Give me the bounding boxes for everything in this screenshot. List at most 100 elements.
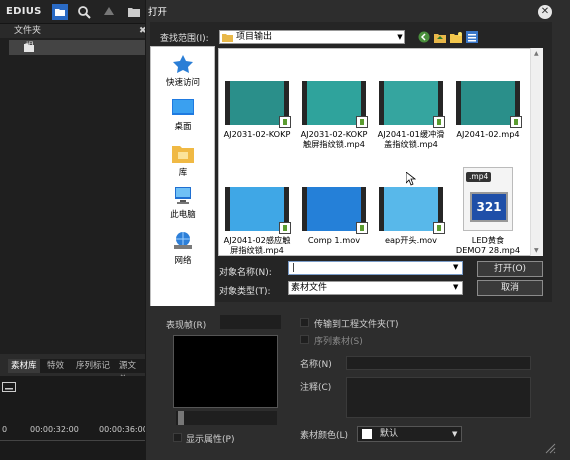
computer-icon [175,187,191,204]
place-network[interactable]: 网络 [152,231,214,266]
place-quick-access[interactable]: 快速访问 [152,55,214,88]
object-type-label: 对象类型(T): [219,287,271,297]
file-name: AJ2031-02-KOKP [300,129,368,139]
video-file-icon [433,222,445,234]
preview-frame-field[interactable] [220,315,281,329]
file-name: eap开头.mov [384,235,438,245]
place-this-pc[interactable]: 此电脑 [152,187,214,220]
view-menu-icon[interactable] [466,31,478,43]
cancel-button[interactable]: 取消 [477,280,543,296]
video-thumbnail [225,187,291,234]
place-label: 网络 [174,256,192,266]
file-name: AJ2041-01缓冲滑 [377,129,445,139]
file-item[interactable]: eap开头.mov [374,187,448,245]
file-item[interactable]: Comp 1.mov [297,187,371,245]
bin-panel [0,24,145,354]
file-name-line2: 盖指纹锁.mp4 [384,139,438,149]
close-button[interactable]: ✕ [538,5,552,19]
mp4-logo: 321 [470,192,508,222]
comment-textarea[interactable] [346,377,531,418]
search-icon[interactable] [76,4,92,20]
lookin-label: 查找范围(I): [160,34,209,44]
new-folder-icon[interactable] [450,31,462,43]
lookin-value: 项目输出 [236,32,273,42]
video-thumbnail [225,81,291,128]
tab-effects[interactable]: 特效 [44,359,67,373]
scroll-down-icon[interactable]: ▼ [534,247,539,254]
file-name-line2: 屏指纹锁.mp4 [230,245,284,255]
video-thumbnail [379,187,445,234]
slider-handle[interactable] [178,411,184,425]
folder-icon [24,44,34,52]
object-type-dropdown[interactable]: 素材文件 [288,281,463,295]
file-item[interactable]: AJ2041-01缓冲滑 盖指纹锁.mp4 [374,81,448,149]
timecode-36: 00:00:36:00 [99,425,148,434]
upload-icon[interactable] [101,4,117,20]
clip-color-dropdown[interactable]: 默认 [357,426,462,442]
lookin-dropdown[interactable]: 项目输出 [219,30,405,44]
vertical-scrollbar[interactable]: ▲ ▼ [530,48,543,256]
edius-logo: EDIUS [6,6,42,17]
clip-name-input[interactable] [346,356,531,370]
keyboard-icon[interactable] [2,382,16,394]
file-list[interactable]: AJ2031-02-KOKP AJ2031-02-KOKP 触屏指纹锁.mp4 … [218,48,543,256]
file-name: AJ2041-02感应触 [223,235,291,245]
dialog-title: 打开 [148,7,168,18]
file-item[interactable]: AJ2031-02-KOKP [220,81,294,139]
show-properties-label: 显示属性(P) [186,435,235,445]
resize-grip-icon[interactable] [544,442,556,454]
place-label: 快速访问 [165,78,200,88]
screen: EDIUS 文件夹 ✖ 根 素材库 特效 序列标记 源文件 0 00:00:32… [0,0,570,460]
place-label: 此电脑 [170,210,196,220]
tab-bin[interactable]: 素材库 [8,359,40,373]
tab-sequence-markers[interactable]: 序列标记 [73,359,113,373]
video-file-icon [510,116,522,128]
file-item[interactable]: AJ2031-02-KOKP 触屏指纹锁.mp4 [297,81,371,149]
back-icon[interactable] [418,31,430,43]
tab-source[interactable]: 源文件 [116,359,145,385]
file-name: AJ2031-02-KOKP [223,129,291,139]
library-icon [172,146,194,163]
chevron-down-icon[interactable]: ▼ [453,263,458,271]
sequence-clip-checkbox[interactable] [300,335,309,344]
video-thumbnail [379,81,445,128]
file-name: Comp 1.mov [307,235,361,245]
chevron-down-icon[interactable]: ▼ [453,283,458,291]
folder-icon[interactable] [52,4,68,20]
file-item[interactable]: AJ2041-02.mp4 [451,81,525,139]
open-button[interactable]: 打开(O) [477,261,543,277]
object-name-input[interactable]: | [288,261,463,275]
video-thumbnail [302,187,368,234]
video-thumbnail [302,81,368,128]
video-file-icon [356,222,368,234]
sequence-clip-label: 序列素材(S) [314,337,363,347]
panel-tabs: 素材库 特效 序列标记 源文件 [8,359,145,385]
file-name-line2: 触屏指纹锁.mp4 [303,139,365,149]
file-item[interactable]: AJ2041-02感应触 屏指纹锁.mp4 [220,187,294,255]
color-swatch [362,429,372,439]
place-label: 库 [178,168,188,178]
open-folder-icon[interactable] [126,4,142,20]
up-folder-icon[interactable] [434,31,446,43]
chevron-down-icon[interactable]: ▼ [452,430,457,438]
file-item[interactable]: .mp4 321 LED黄食 DEMO7 28.mp4 [451,167,525,255]
preview-slider[interactable] [176,411,277,425]
file-name: AJ2041-02.mp4 [456,129,520,139]
scroll-up-icon[interactable]: ▲ [534,50,539,57]
network-icon [174,232,192,249]
desktop-icon [172,99,194,115]
place-library[interactable]: 库 [152,143,214,178]
chevron-down-icon[interactable]: ▼ [395,30,405,44]
timeline-area [0,376,145,460]
comment-label: 注释(C) [300,383,332,393]
clip-color-label: 素材颜色(L) [300,431,349,441]
place-desktop[interactable]: 桌面 [152,99,214,132]
mouse-cursor-icon [406,172,416,186]
video-file-icon [433,116,445,128]
file-name-line2: DEMO7 28.mp4 [455,245,521,255]
video-file-icon [356,116,368,128]
copy-to-project-checkbox[interactable] [300,318,309,327]
show-properties-checkbox[interactable] [173,433,182,442]
preview-window [173,335,278,408]
place-label: 桌面 [174,122,192,132]
